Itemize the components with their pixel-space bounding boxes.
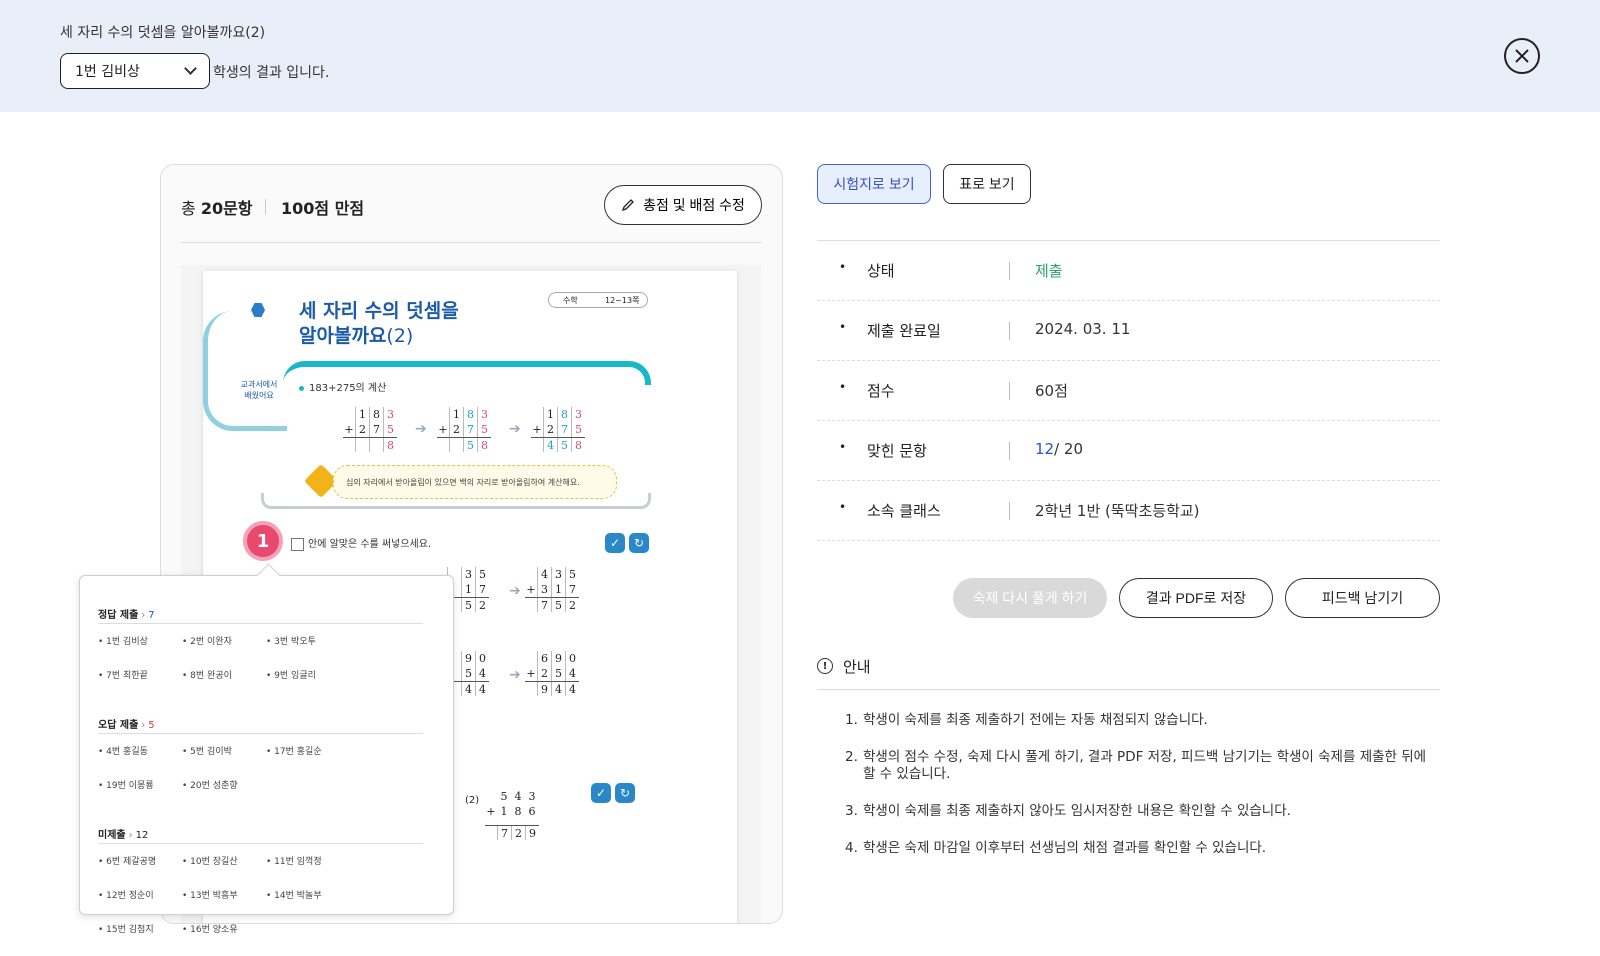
score-value: 60점 xyxy=(1035,382,1068,400)
notice-header: ! 안내 xyxy=(817,656,1440,690)
lesson-title: 세 자리 수의 덧셈을 알아볼까요(2) xyxy=(299,300,459,347)
result-info-table: 상태 제출 제출 완료일 2024. 03. 11 점수 60점 맞힌 문항 1… xyxy=(817,240,1440,541)
calc-label: 183+275의 계산 xyxy=(299,379,386,394)
student-item[interactable]: 8번 완공이 xyxy=(182,668,266,702)
example-step-1: 183 +2 7 5 8 xyxy=(343,407,397,452)
wrong-header: 오답 제출 › 5 xyxy=(98,716,423,734)
correct-section: 정답 제출›7 1번 김비상 2번 이완자 3번 박오투 7번 최한끝 8번 완… xyxy=(98,606,423,702)
feedback-button[interactable]: 피드백 남기기 xyxy=(1285,578,1440,618)
redo-homework-button[interactable]: 숙제 다시 풀게 하기 xyxy=(953,578,1107,618)
table-view-button[interactable]: 표로 보기 xyxy=(943,164,1031,204)
check-icon[interactable]: ✓ xyxy=(605,533,625,553)
arrow-icon: ➔ xyxy=(509,583,521,599)
problem-1-1-answer: 435 +3 1 7 752 xyxy=(525,567,579,612)
close-icon xyxy=(1515,49,1529,63)
student-item[interactable]: 5번 김이박 xyxy=(182,744,266,778)
class-value: 2학년 1반 (뚝딱초등학교) xyxy=(1035,502,1200,520)
student-item[interactable]: 1번 김비상 xyxy=(98,634,182,668)
decor-bracket xyxy=(261,493,651,509)
chevron-down-icon xyxy=(184,62,197,75)
student-item[interactable]: 15번 김첨지 xyxy=(98,922,182,956)
arrow-icon: ➔ xyxy=(415,421,427,437)
pencil-icon xyxy=(622,199,634,212)
problem-2: 543 +1 8 6 729 xyxy=(485,789,539,840)
student-item[interactable]: 14번 박놀부 xyxy=(266,888,350,922)
question-number-badge[interactable]: 1 xyxy=(243,521,283,561)
info-row-date: 제출 완료일 2024. 03. 11 xyxy=(817,301,1440,361)
info-row-score: 점수 60점 xyxy=(817,361,1440,421)
info-row-status: 상태 제출 xyxy=(817,241,1440,301)
student-select[interactable]: 1번 김비상 xyxy=(60,53,210,89)
wrong-section: 오답 제출›5 4번 홍길동 5번 김이박 17번 홍길순 19번 이몽룡 20… xyxy=(98,716,423,812)
notice-item: 3. 학생이 숙제를 최종 제출하지 않아도 임시저장한 내용은 확인할 수 있습… xyxy=(845,803,1291,819)
subject-chip: 수학 12~13쪽 xyxy=(548,292,648,308)
refresh-icon[interactable]: ↻ xyxy=(615,783,635,803)
notice-title: 안내 xyxy=(843,658,871,676)
notice-list: 1. 학생이 숙제를 최종 제출하기 전에는 자동 채점되지 않습니다. 2. 학생… xyxy=(845,712,1435,877)
result-suffix-text: 학생의 결과 입니다. xyxy=(213,65,330,81)
correct-value: 12/ 20 xyxy=(1035,440,1084,458)
info-row-class: 소속 클래스 2학년 1반 (뚝딱초등학교) xyxy=(817,481,1440,541)
wrong-list: 4번 홍길동 5번 김이박 17번 홍길순 19번 이몽룡 20번 성춘향 xyxy=(98,734,423,812)
notice-item: 4. 학생은 숙제 마감일 이후부터 선생님의 채점 결과를 확인할 수 있습니다… xyxy=(845,840,1267,856)
notice-item: 1. 학생이 숙제를 최종 제출하기 전에는 자동 채점되지 않습니다. xyxy=(845,712,1208,728)
example-step-3: 183 +2 7 5 458 xyxy=(531,407,585,452)
arrow-icon: ➔ xyxy=(509,421,521,437)
unsubmitted-section: 미제출›12 6번 제갈공명 10번 장길산 11번 임꺽정 12번 정순이 1… xyxy=(98,826,423,956)
student-item[interactable]: 9번 잉글리 xyxy=(266,668,350,702)
correct-list: 1번 김비상 2번 이완자 3번 박오투 7번 최한끝 8번 완공이 9번 잉글… xyxy=(98,624,423,702)
info-row-correct: 맞힌 문항 12/ 20 xyxy=(817,421,1440,481)
student-select-value: 1번 김비상 xyxy=(75,64,140,80)
question-total: 총 20문항 xyxy=(181,199,253,218)
student-item[interactable]: 4번 홍길동 xyxy=(98,744,182,778)
edit-score-button[interactable]: 총점 및 배점 수정 xyxy=(604,185,762,225)
correct-header: 정답 제출 › 7 xyxy=(98,606,423,624)
check-icon[interactable]: ✓ xyxy=(591,783,611,803)
student-item[interactable]: 7번 최한끝 xyxy=(98,668,182,702)
header-bar: 세 자리 수의 덧셈을 알아볼까요(2) 1번 김비상 학생의 결과 입니다. xyxy=(0,0,1600,112)
notice-item: 2. 학생의 점수 수정, 숙제 다시 풀게 하기, 결과 PDF 저장, 피드백… xyxy=(845,749,1427,782)
full-score: 100점 만점 xyxy=(281,199,365,218)
student-item[interactable]: 3번 박오투 xyxy=(266,634,350,668)
card-header: 총 20문항 100점 만점 총점 및 배점 수정 xyxy=(181,185,762,243)
problem-1-2-answer: 690 +2 5 4 944 xyxy=(525,651,579,696)
answer-status-popup: 정답 제출›7 1번 김비상 2번 이완자 3번 박오투 7번 최한끝 8번 완… xyxy=(79,575,454,935)
info-icon: ! xyxy=(817,658,833,674)
student-item[interactable]: 16번 양소유 xyxy=(182,922,266,956)
unsubmitted-list: 6번 제갈공명 10번 장길산 11번 임꺽정 12번 정순이 13번 박흥부 … xyxy=(98,844,423,956)
student-item[interactable]: 17번 홍길순 xyxy=(266,744,350,778)
date-value: 2024. 03. 11 xyxy=(1035,320,1131,338)
close-button[interactable] xyxy=(1504,38,1540,74)
student-item[interactable]: 10번 장길산 xyxy=(182,854,266,888)
student-item[interactable]: 19번 이몽룡 xyxy=(98,778,182,812)
paper-view-button[interactable]: 시험지로 보기 xyxy=(817,164,931,204)
arrow-icon: ➔ xyxy=(509,667,521,683)
example-step-2: 183 +2 7 5 58 xyxy=(437,407,491,452)
edit-score-label: 총점 및 배점 수정 xyxy=(643,197,745,213)
decor-curve xyxy=(203,311,287,431)
sub-question-label: (2) xyxy=(465,795,480,806)
student-item[interactable]: 11번 임꺽정 xyxy=(266,854,350,888)
student-item[interactable]: 6번 제갈공명 xyxy=(98,854,182,888)
unsubmitted-header: 미제출 › 12 xyxy=(98,826,423,844)
question-text: 안에 알맞은 수를 써넣으세요. xyxy=(291,535,431,551)
student-item[interactable]: 12번 정순이 xyxy=(98,888,182,922)
page-title: 세 자리 수의 덧셈을 알아볼까요(2) xyxy=(60,25,266,41)
save-pdf-button[interactable]: 결과 PDF로 저장 xyxy=(1119,578,1273,618)
textbook-label: 교과서에서 배웠어요 xyxy=(240,380,278,400)
divider xyxy=(265,199,266,215)
refresh-icon[interactable]: ↻ xyxy=(629,533,649,553)
student-item[interactable]: 13번 박흥부 xyxy=(182,888,266,922)
status-value: 제출 xyxy=(1035,262,1063,280)
student-item[interactable]: 2번 이완자 xyxy=(182,634,266,668)
student-item[interactable]: 20번 성춘향 xyxy=(182,778,266,812)
